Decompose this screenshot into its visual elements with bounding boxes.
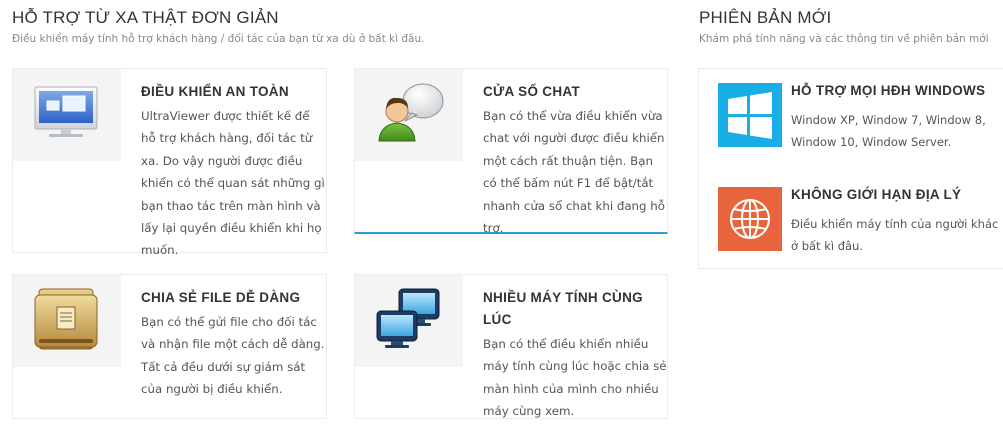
feature-title: NHIỀU MÁY TÍNH CÙNG LÚC <box>483 290 643 327</box>
feature-card-file-sharing[interactable]: CHIA SẺ FILE DỄ DÀNG Bạn có thể gửi file… <box>12 274 327 419</box>
new-version-description: Điều khiển máy tính của người khác ở bất… <box>791 217 999 253</box>
multi-monitor-icon <box>376 288 440 348</box>
feature-icon-box <box>13 275 121 367</box>
feature-card-multiple-computers[interactable]: NHIỀU MÁY TÍNH CÙNG LÚC Bạn có thể điều … <box>354 274 668 419</box>
new-version-description: Window XP, Window 7, Window 8, Window 10… <box>791 113 986 149</box>
windows-icon <box>718 83 782 147</box>
section-title-new-version: PHIÊN BẢN MỚI <box>699 8 832 27</box>
feature-description: Bạn có thể gửi file cho đối tác và nhận … <box>141 315 325 397</box>
section-title-remote-support: HỖ TRỢ TỪ XA THẬT ĐƠN GIẢN <box>12 8 279 27</box>
feature-icon-box <box>355 275 463 367</box>
feature-title: CHIA SẺ FILE DỄ DÀNG <box>141 290 301 305</box>
section-subtitle-remote-support: Điều khiển máy tính hỗ trợ khách hàng / … <box>12 33 425 45</box>
new-version-panel: HỖ TRỢ MỌI HĐH WINDOWS Window XP, Window… <box>698 68 1003 269</box>
new-version-title: KHÔNG GIỚI HẠN ĐỊA LÝ <box>791 187 962 202</box>
globe-icon <box>718 187 782 251</box>
monitor-icon <box>34 86 98 137</box>
feature-icon-box <box>13 69 121 161</box>
new-version-title: HỖ TRỢ MỌI HĐH WINDOWS <box>791 83 986 98</box>
new-version-item-no-limit[interactable]: KHÔNG GIỚI HẠN ĐỊA LÝ Điều khiển máy tín… <box>699 173 1003 263</box>
feature-description: Bạn có thể điều khiển nhiều máy tính cùn… <box>483 337 667 419</box>
folder-icon <box>34 288 98 350</box>
new-version-item-windows[interactable]: HỖ TRỢ MỌI HĐH WINDOWS Window XP, Window… <box>699 69 1003 159</box>
feature-card-secure-control[interactable]: ĐIỀU KHIỂN AN TOÀN UltraViewer được thiế… <box>12 68 327 257</box>
chat-user-icon <box>378 83 444 142</box>
feature-card-chat-window[interactable]: CỬA SỔ CHAT Bạn có thể vừa điều khiển vừ… <box>354 68 668 235</box>
feature-title: CỬA SỔ CHAT <box>483 84 580 99</box>
feature-icon-box <box>355 69 463 161</box>
section-subtitle-new-version: Khám phá tính năng và các thông tin về p… <box>699 33 989 45</box>
feature-title: ĐIỀU KHIỂN AN TOÀN <box>141 84 289 99</box>
feature-description: Bạn có thể vừa điều khiển vừa chat với n… <box>483 109 665 236</box>
feature-description: UltraViewer được thiết kế để hỗ trợ khác… <box>141 109 325 258</box>
